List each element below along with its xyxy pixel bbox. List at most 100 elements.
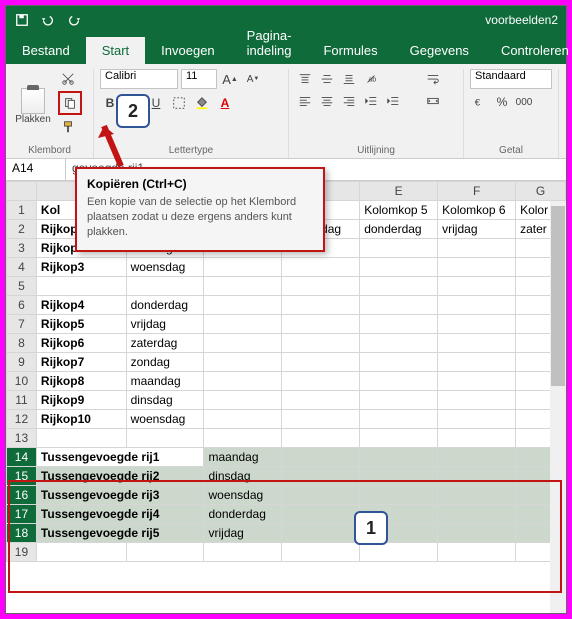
cell-F8[interactable] <box>438 334 516 353</box>
cell-D17[interactable] <box>282 505 360 524</box>
cell-D14[interactable] <box>282 448 360 467</box>
tab-pagina-indeling[interactable]: Pagina-indeling <box>231 22 308 64</box>
cell-C14[interactable]: maandag <box>204 448 282 467</box>
paste-button[interactable]: Plakken <box>12 69 54 125</box>
cell-C19[interactable] <box>204 543 282 562</box>
cell-E9[interactable] <box>360 353 438 372</box>
cell-F14[interactable] <box>438 448 516 467</box>
cell-A9[interactable]: Rijkop7 <box>36 353 126 372</box>
row-header-19[interactable]: 19 <box>7 543 37 562</box>
cell-B9[interactable]: zondag <box>126 353 204 372</box>
cell-A14[interactable]: Tussengevoegde rij1 <box>36 448 204 467</box>
cell-F9[interactable] <box>438 353 516 372</box>
name-box[interactable]: A14 <box>6 159 66 180</box>
align-top-button[interactable] <box>295 69 315 89</box>
cell-C17[interactable]: donderdag <box>204 505 282 524</box>
col-header-E[interactable]: E <box>360 182 438 201</box>
cell-F2[interactable]: vrijdag <box>438 220 516 239</box>
row-header-16[interactable]: 16 <box>7 486 37 505</box>
row-header-7[interactable]: 7 <box>7 315 37 334</box>
col-header-F[interactable]: F <box>438 182 516 201</box>
cell-A13[interactable] <box>36 429 126 448</box>
cell-A8[interactable]: Rijkop6 <box>36 334 126 353</box>
scrollbar-thumb[interactable] <box>551 206 565 386</box>
cell-D8[interactable] <box>282 334 360 353</box>
row-header-8[interactable]: 8 <box>7 334 37 353</box>
cell-A17[interactable]: Tussengevoegde rij4 <box>36 505 204 524</box>
cell-B7[interactable]: vrijdag <box>126 315 204 334</box>
row-header-1[interactable]: 1 <box>7 201 37 220</box>
cell-A15[interactable]: Tussengevoegde rij2 <box>36 467 204 486</box>
cell-D7[interactable] <box>282 315 360 334</box>
cell-C12[interactable] <box>204 410 282 429</box>
cell-E2[interactable]: donderdag <box>360 220 438 239</box>
cell-A5[interactable] <box>36 277 126 296</box>
align-middle-button[interactable] <box>317 69 337 89</box>
cell-D18[interactable] <box>282 524 360 543</box>
cell-F19[interactable] <box>438 543 516 562</box>
row-header-6[interactable]: 6 <box>7 296 37 315</box>
tab-invoegen[interactable]: Invoegen <box>145 37 231 64</box>
cell-C4[interactable] <box>204 258 282 277</box>
font-size-select[interactable]: 11 <box>181 69 217 89</box>
cell-A4[interactable]: Rijkop3 <box>36 258 126 277</box>
percent-format-button[interactable]: % <box>492 92 512 112</box>
cell-B10[interactable]: maandag <box>126 372 204 391</box>
row-header-3[interactable]: 3 <box>7 239 37 258</box>
borders-button[interactable] <box>169 93 189 113</box>
cell-C10[interactable] <box>204 372 282 391</box>
cell-E5[interactable] <box>360 277 438 296</box>
cell-F11[interactable] <box>438 391 516 410</box>
vertical-scrollbar[interactable] <box>550 201 566 613</box>
tab-formules[interactable]: Formules <box>307 37 393 64</box>
cell-D19[interactable] <box>282 543 360 562</box>
tab-bestand[interactable]: Bestand <box>6 37 86 64</box>
orientation-button[interactable]: ab <box>361 69 381 89</box>
cell-F7[interactable] <box>438 315 516 334</box>
cell-D13[interactable] <box>282 429 360 448</box>
cell-B13[interactable] <box>126 429 204 448</box>
cell-C9[interactable] <box>204 353 282 372</box>
cell-E19[interactable] <box>360 543 438 562</box>
cell-E16[interactable] <box>360 486 438 505</box>
cell-C7[interactable] <box>204 315 282 334</box>
cell-A10[interactable]: Rijkop8 <box>36 372 126 391</box>
cell-D5[interactable] <box>282 277 360 296</box>
cell-A6[interactable]: Rijkop4 <box>36 296 126 315</box>
merge-center-button[interactable] <box>413 91 453 111</box>
cell-E13[interactable] <box>360 429 438 448</box>
align-center-button[interactable] <box>317 91 337 111</box>
cell-E1[interactable]: Kolomkop 5 <box>360 201 438 220</box>
decrease-indent-button[interactable] <box>361 91 381 111</box>
select-all[interactable] <box>7 182 37 201</box>
cell-E11[interactable] <box>360 391 438 410</box>
cell-E6[interactable] <box>360 296 438 315</box>
cell-E15[interactable] <box>360 467 438 486</box>
row-header-15[interactable]: 15 <box>7 467 37 486</box>
cell-B12[interactable]: woensdag <box>126 410 204 429</box>
decrease-font-button[interactable]: A▼ <box>243 69 263 89</box>
row-header-17[interactable]: 17 <box>7 505 37 524</box>
tab-start[interactable]: Start <box>86 37 145 64</box>
cell-B19[interactable] <box>126 543 204 562</box>
cell-C11[interactable] <box>204 391 282 410</box>
cell-A12[interactable]: Rijkop10 <box>36 410 126 429</box>
format-painter-button[interactable] <box>58 117 78 137</box>
cell-F13[interactable] <box>438 429 516 448</box>
row-header-11[interactable]: 11 <box>7 391 37 410</box>
number-format-select[interactable]: Standaard <box>470 69 552 89</box>
row-header-2[interactable]: 2 <box>7 220 37 239</box>
cell-A11[interactable]: Rijkop9 <box>36 391 126 410</box>
row-header-9[interactable]: 9 <box>7 353 37 372</box>
cell-F15[interactable] <box>438 467 516 486</box>
tab-controleren[interactable]: Controleren <box>485 37 572 64</box>
cell-F18[interactable] <box>438 524 516 543</box>
cell-F6[interactable] <box>438 296 516 315</box>
cell-E12[interactable] <box>360 410 438 429</box>
accounting-format-button[interactable]: € <box>470 92 490 112</box>
copy-button[interactable] <box>58 91 82 115</box>
cell-D6[interactable] <box>282 296 360 315</box>
cell-F1[interactable]: Kolomkop 6 <box>438 201 516 220</box>
cell-E14[interactable] <box>360 448 438 467</box>
cell-F3[interactable] <box>438 239 516 258</box>
